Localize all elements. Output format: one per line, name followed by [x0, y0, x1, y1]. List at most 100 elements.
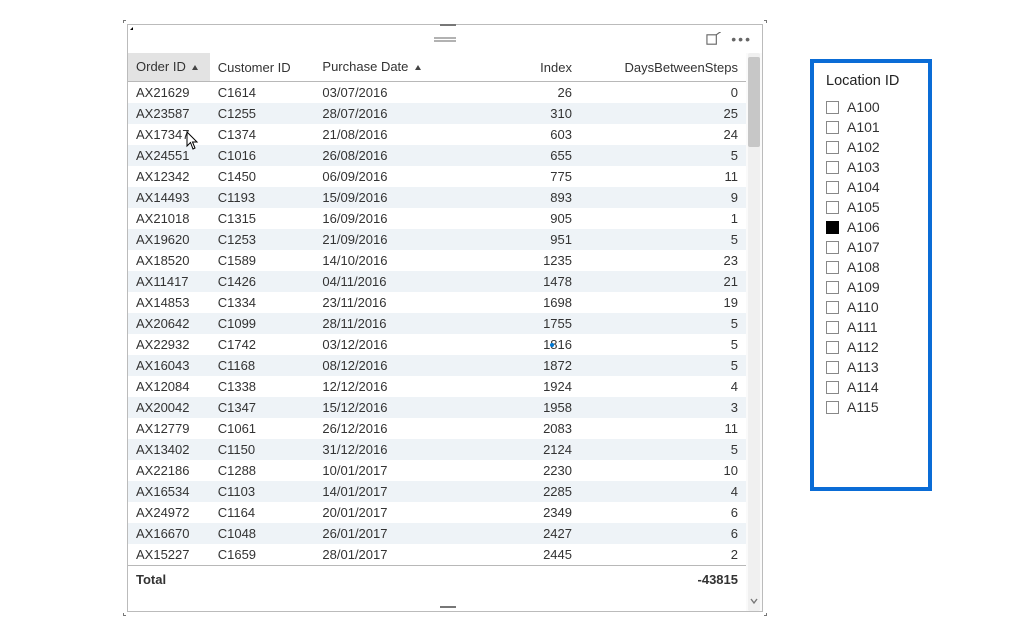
- column-header-index[interactable]: Index: [468, 53, 580, 82]
- table-row[interactable]: AX12342C145006/09/201677511: [128, 166, 746, 187]
- cell-days-between: 11: [580, 418, 746, 439]
- slicer-item[interactable]: A109: [826, 277, 920, 297]
- total-row: Total -43815: [128, 566, 746, 594]
- table-row[interactable]: AX12779C106126/12/2016208311: [128, 418, 746, 439]
- table-row[interactable]: AX17347C137421/08/201660324: [128, 124, 746, 145]
- slicer-item[interactable]: A115: [826, 397, 920, 417]
- checkbox-icon[interactable]: [826, 381, 839, 394]
- sort-ascending-icon: [414, 60, 422, 75]
- slicer-item[interactable]: A104: [826, 177, 920, 197]
- slicer-item-label: A114: [847, 379, 879, 395]
- table-row[interactable]: AX23587C125528/07/201631025: [128, 103, 746, 124]
- cell-customer-id: C1426: [210, 271, 315, 292]
- location-slicer[interactable]: Location ID A100A101A102A103A104A105A106…: [810, 59, 932, 491]
- checkbox-icon[interactable]: [826, 161, 839, 174]
- checkbox-icon[interactable]: [826, 341, 839, 354]
- cell-index: 775: [468, 166, 580, 187]
- slicer-item[interactable]: A100: [826, 97, 920, 117]
- slicer-item[interactable]: A103: [826, 157, 920, 177]
- checkbox-icon[interactable]: [826, 181, 839, 194]
- focus-mode-icon[interactable]: [706, 32, 721, 47]
- cell-customer-id: C1338: [210, 376, 315, 397]
- table-row[interactable]: AX12084C133812/12/201619244: [128, 376, 746, 397]
- slicer-item[interactable]: A107: [826, 237, 920, 257]
- resize-handle-tl[interactable]: [123, 20, 133, 30]
- column-header-order-id[interactable]: Order ID: [128, 53, 210, 82]
- slicer-item[interactable]: A106: [826, 217, 920, 237]
- table-row[interactable]: AX19620C125321/09/20169515: [128, 229, 746, 250]
- slicer-item[interactable]: A101: [826, 117, 920, 137]
- checkbox-icon[interactable]: [826, 401, 839, 414]
- cell-index: 26: [468, 82, 580, 104]
- checkbox-icon[interactable]: [826, 241, 839, 254]
- table-row[interactable]: AX18520C158914/10/2016123523: [128, 250, 746, 271]
- checkbox-icon[interactable]: [826, 301, 839, 314]
- slicer-item[interactable]: A114: [826, 377, 920, 397]
- table-row[interactable]: AX15227C165928/01/201724452: [128, 544, 746, 566]
- cell-customer-id: C1334: [210, 292, 315, 313]
- more-options-icon[interactable]: •••: [731, 34, 752, 44]
- cell-index: 1235: [468, 250, 580, 271]
- slicer-item-label: A105: [847, 199, 880, 215]
- table-row[interactable]: AX21018C131516/09/20169051: [128, 208, 746, 229]
- checkbox-icon[interactable]: [826, 361, 839, 374]
- table-scroll-area[interactable]: Order ID Customer ID Purchase Date: [128, 53, 746, 611]
- column-header-customer-id[interactable]: Customer ID: [210, 53, 315, 82]
- table-row[interactable]: AX16534C110314/01/201722854: [128, 481, 746, 502]
- cell-purchase-date: 26/08/2016: [314, 145, 467, 166]
- checkbox-icon[interactable]: [826, 221, 839, 234]
- drag-grip-icon[interactable]: [434, 31, 456, 37]
- table-row[interactable]: AX24551C101626/08/20166555: [128, 145, 746, 166]
- cell-index: 1755: [468, 313, 580, 334]
- checkbox-icon[interactable]: [826, 261, 839, 274]
- cell-order-id: AX24551: [128, 145, 210, 166]
- cell-customer-id: C1048: [210, 523, 315, 544]
- table-row[interactable]: AX22932C174203/12/201618165: [128, 334, 746, 355]
- cell-order-id: AX12779: [128, 418, 210, 439]
- slicer-item[interactable]: A102: [826, 137, 920, 157]
- cell-order-id: AX21629: [128, 82, 210, 104]
- slicer-item[interactable]: A111: [826, 317, 920, 337]
- cell-purchase-date: 03/12/2016: [314, 334, 467, 355]
- table-row[interactable]: AX13402C115031/12/201621245: [128, 439, 746, 460]
- scrollbar-thumb[interactable]: [748, 57, 760, 147]
- table-row[interactable]: AX16043C116808/12/201618725: [128, 355, 746, 376]
- header-label: Order ID: [136, 59, 186, 74]
- checkbox-icon[interactable]: [826, 281, 839, 294]
- vertical-scrollbar[interactable]: [746, 53, 762, 611]
- table-row[interactable]: AX21629C161403/07/2016260: [128, 82, 746, 104]
- slicer-item[interactable]: A110: [826, 297, 920, 317]
- checkbox-icon[interactable]: [826, 201, 839, 214]
- table-visual[interactable]: ••• Order ID: [127, 24, 763, 612]
- table-row[interactable]: AX16670C104826/01/201724276: [128, 523, 746, 544]
- cell-days-between: 4: [580, 376, 746, 397]
- table-row[interactable]: AX24972C116420/01/201723496: [128, 502, 746, 523]
- slicer-item[interactable]: A113: [826, 357, 920, 377]
- checkbox-icon[interactable]: [826, 101, 839, 114]
- checkbox-icon[interactable]: [826, 121, 839, 134]
- cell-days-between: 24: [580, 124, 746, 145]
- cell-days-between: 5: [580, 229, 746, 250]
- resize-handle-tr[interactable]: [757, 20, 767, 30]
- slicer-item[interactable]: A105: [826, 197, 920, 217]
- column-header-days-between[interactable]: DaysBetweenSteps: [580, 53, 746, 82]
- cell-purchase-date: 15/12/2016: [314, 397, 467, 418]
- table-row[interactable]: AX22186C128810/01/2017223010: [128, 460, 746, 481]
- checkbox-icon[interactable]: [826, 321, 839, 334]
- checkbox-icon[interactable]: [826, 141, 839, 154]
- cell-customer-id: C1374: [210, 124, 315, 145]
- cell-index: 1698: [468, 292, 580, 313]
- cell-customer-id: C1193: [210, 187, 315, 208]
- table-row[interactable]: AX11417C142604/11/2016147821: [128, 271, 746, 292]
- table-row[interactable]: AX14493C119315/09/20168939: [128, 187, 746, 208]
- slicer-item-label: A115: [847, 399, 879, 415]
- column-header-purchase-date[interactable]: Purchase Date: [314, 53, 467, 82]
- cell-index: 655: [468, 145, 580, 166]
- cell-customer-id: C1450: [210, 166, 315, 187]
- slicer-item[interactable]: A112: [826, 337, 920, 357]
- slicer-item[interactable]: A108: [826, 257, 920, 277]
- table-row[interactable]: AX14853C133423/11/2016169819: [128, 292, 746, 313]
- table-row[interactable]: AX20042C134715/12/201619583: [128, 397, 746, 418]
- scroll-down-icon[interactable]: [746, 596, 762, 609]
- table-row[interactable]: AX20642C109928/11/201617555: [128, 313, 746, 334]
